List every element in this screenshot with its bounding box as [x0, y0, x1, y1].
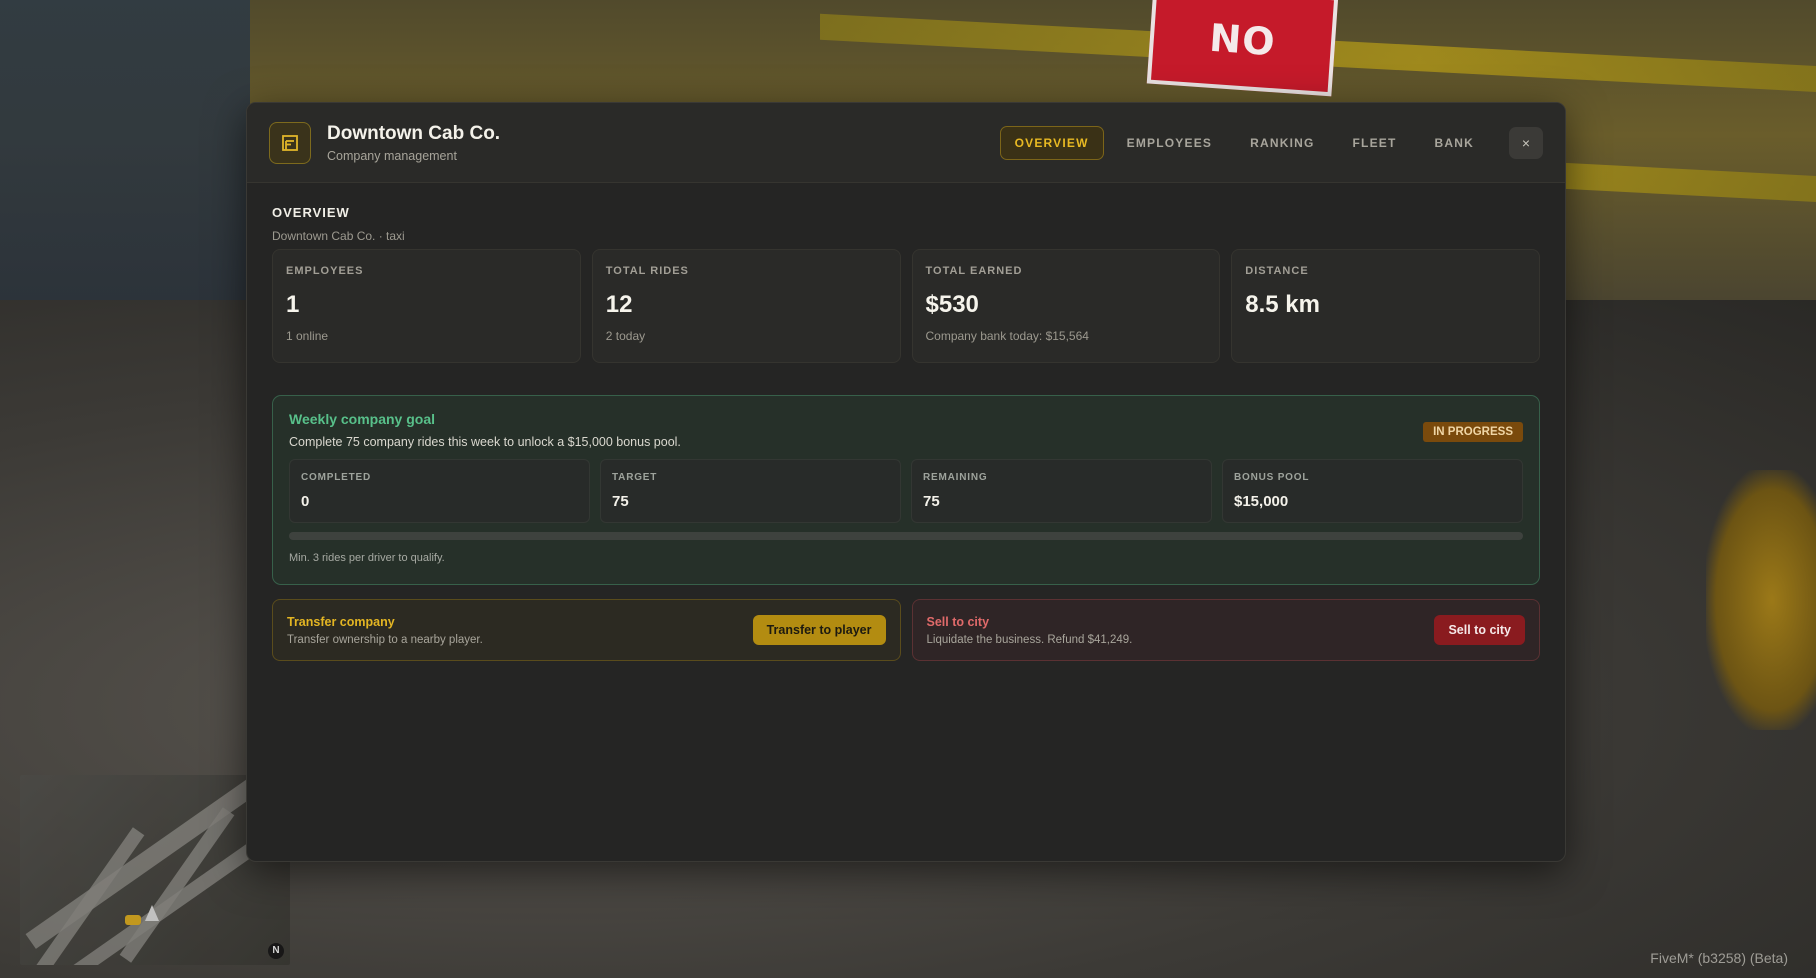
goal-stats-grid: COMPLETED 0 TARGET 75 REMAINING 75 BONUS… [289, 459, 1523, 523]
panel-header: Downtown Cab Co. Company management OVER… [247, 103, 1565, 183]
tab-employees[interactable]: EMPLOYEES [1112, 126, 1227, 160]
tab-bar: OVERVIEW EMPLOYEES RANKING FLEET BANK × [999, 125, 1543, 160]
north-indicator: N [268, 943, 284, 959]
goal-stat-value: 75 [923, 493, 940, 510]
goal-stat-label: COMPLETED [301, 472, 371, 483]
stat-sub: 1 online [286, 329, 329, 343]
stat-label: DISTANCE [1245, 265, 1309, 277]
stat-value: $530 [925, 291, 979, 318]
action-description: Transfer ownership to a nearby player. [287, 633, 483, 646]
goal-note: Min. 3 rides per driver to qualify. [289, 552, 445, 564]
goal-description: Complete 75 company rides this week to u… [289, 435, 681, 449]
goal-title: Weekly company goal [289, 411, 436, 427]
company-title: Downtown Cab Co. [327, 122, 501, 144]
no-parking-sign: NO PARKING [1146, 0, 1345, 161]
section-title: OVERVIEW [272, 205, 350, 220]
stat-label: TOTAL RIDES [605, 265, 689, 277]
stat-sub: 2 today [605, 329, 646, 343]
goal-stat-value: 0 [301, 493, 310, 510]
player-arrow-icon [145, 905, 159, 921]
company-subtitle: Company management [327, 148, 457, 163]
weekly-goal-card: Weekly company goal Complete 75 company … [272, 395, 1540, 585]
stat-sub: Company bank today: $15,564 [925, 329, 1089, 343]
sell-to-city-card: Sell to city Liquidate the business. Ref… [911, 599, 1540, 661]
tab-overview[interactable]: OVERVIEW [999, 125, 1104, 160]
stat-card-distance: DISTANCE 8.5 km [1231, 249, 1540, 363]
actions-row: Transfer company Transfer ownership to a… [272, 599, 1540, 661]
stat-label: EMPLOYEES [286, 265, 364, 277]
transfer-to-player-button[interactable]: Transfer to player [752, 615, 886, 645]
goal-stat-label: TARGET [612, 472, 658, 483]
tab-fleet[interactable]: FLEET [1338, 126, 1412, 160]
transfer-company-card: Transfer company Transfer ownership to a… [272, 599, 901, 661]
action-text: Sell to city Liquidate the business. Ref… [927, 615, 1435, 646]
goal-stat-value: $15,000 [1234, 493, 1289, 510]
goal-stat-completed: COMPLETED 0 [289, 459, 590, 523]
stat-card-total-rides: TOTAL RIDES 12 2 today [591, 249, 901, 363]
goal-stat-target: TARGET 75 [600, 459, 901, 523]
stat-card-employees: EMPLOYEES 1 1 online [272, 249, 581, 363]
goal-stat-bonus-pool: BONUS POOL $15,000 [1222, 459, 1523, 523]
sell-to-city-button[interactable]: Sell to city [1434, 615, 1525, 645]
goal-progress-bar [289, 532, 1523, 540]
stat-value: 1 [286, 291, 300, 318]
close-button[interactable]: × [1509, 126, 1543, 159]
tab-bank[interactable]: BANK [1420, 126, 1489, 160]
stat-value: 8.5 km [1245, 291, 1320, 318]
close-icon: × [1521, 134, 1531, 151]
action-title: Transfer company [287, 614, 395, 629]
goal-stat-label: REMAINING [923, 472, 988, 483]
goal-stat-remaining: REMAINING 75 [911, 459, 1212, 523]
taxi-marker-icon [125, 915, 141, 925]
action-text: Transfer company Transfer ownership to a… [287, 615, 753, 646]
tab-ranking[interactable]: RANKING [1235, 126, 1329, 160]
fivem-watermark: FiveM* (b3258) (Beta) [1650, 950, 1788, 966]
title-block: Downtown Cab Co. Company management [327, 123, 500, 163]
stats-grid: EMPLOYEES 1 1 online TOTAL RIDES 12 2 to… [272, 249, 1540, 363]
company-panel: Downtown Cab Co. Company management OVER… [246, 102, 1566, 862]
document-icon [269, 121, 311, 164]
stat-label: TOTAL EARNED [925, 265, 1023, 277]
stat-value: 12 [605, 291, 633, 318]
section-subtitle: Downtown Cab Co. · taxi [272, 229, 405, 243]
action-title: Sell to city [926, 614, 990, 629]
status-badge: IN PROGRESS [1423, 422, 1523, 442]
panel-content: OVERVIEW Downtown Cab Co. · taxi EMPLOYE… [247, 183, 1565, 683]
background-object [1706, 470, 1816, 730]
action-description: Liquidate the business. Refund $41,249. [926, 633, 1133, 646]
goal-stat-value: 75 [612, 493, 629, 510]
goal-stat-label: BONUS POOL [1234, 472, 1310, 483]
stat-card-total-earned: TOTAL EARNED $530 Company bank today: $1… [911, 249, 1221, 363]
